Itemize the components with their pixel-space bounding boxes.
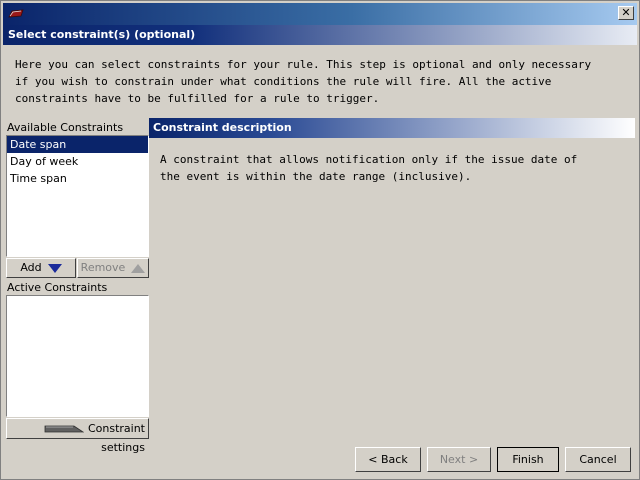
constraints-panel: Available Constraints Date span Day of w… [6, 119, 149, 454]
add-button-label: Add [20, 261, 42, 274]
active-constraints-list[interactable] [6, 295, 149, 417]
next-button[interactable]: Next > [427, 447, 491, 472]
step-title: Select constraint(s) (optional) [8, 28, 196, 41]
finish-button[interactable]: Finish [497, 447, 559, 472]
settings-slider-icon [44, 425, 84, 433]
constraint-settings-label: Constraint settings [87, 422, 145, 454]
constraint-settings-button[interactable]: Constraint settings [6, 418, 149, 454]
title-bar[interactable]: ✕ [3, 3, 637, 25]
available-constraints-label: Available Constraints [7, 121, 124, 134]
close-button[interactable]: ✕ [618, 6, 634, 20]
arrow-up-icon [131, 263, 146, 273]
step-header: Select constraint(s) (optional) [3, 25, 637, 45]
remove-button-label: Remove [80, 261, 126, 274]
back-button[interactable]: < Back [355, 447, 421, 472]
available-constraints-list[interactable]: Date span Day of week Time span [6, 135, 149, 257]
arrow-down-icon [47, 263, 62, 273]
active-constraints-label: Active Constraints [7, 281, 108, 294]
intro-line: if you wish to constrain under what cond… [15, 75, 552, 88]
list-item[interactable]: Day of week [7, 153, 148, 170]
intro-line: constraints have to be fulfilled for a r… [15, 92, 380, 105]
list-item[interactable]: Date span [7, 136, 148, 153]
remove-button[interactable]: Remove [77, 258, 149, 278]
list-item[interactable]: Time span [7, 170, 148, 187]
description-header: Constraint description [149, 118, 635, 138]
description-line: A constraint that allows notification on… [160, 153, 578, 166]
intro-text: Here you can select constraints for your… [15, 56, 631, 107]
wizard-window: ✕ Select constraint(s) (optional) Here y… [0, 0, 640, 480]
add-button[interactable]: Add [6, 258, 76, 278]
intro-line: Here you can select constraints for your… [15, 58, 592, 71]
app-icon [8, 9, 24, 18]
description-line: the event is within the date range (incl… [160, 170, 472, 183]
description-title: Constraint description [153, 121, 292, 134]
constraint-description: A constraint that allows notification on… [160, 151, 630, 185]
cancel-button[interactable]: Cancel [565, 447, 631, 472]
